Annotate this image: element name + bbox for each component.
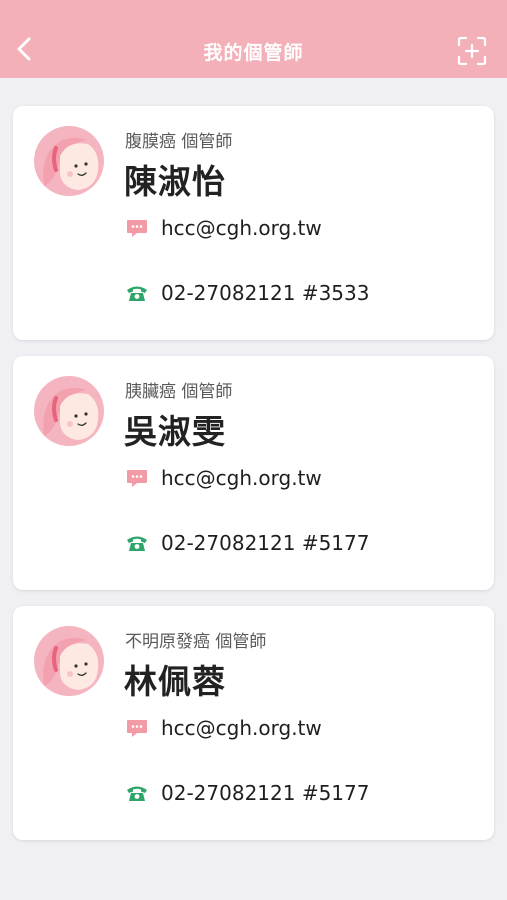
case-manager-card[interactable]: 不明原發癌 個管師 林佩蓉 hcc@cgh.org.tw 02-27082121…: [13, 606, 494, 840]
department-label: 胰臟癌 個管師: [125, 382, 233, 402]
phone-text: 02-27082121 #5177: [161, 781, 370, 805]
page-title: 我的個管師: [203, 42, 304, 64]
phone-row[interactable]: 02-27082121 #3533: [125, 279, 369, 307]
chat-bubble-icon: [127, 470, 147, 487]
case-manager-card[interactable]: 腹膜癌 個管師 陳淑怡 hcc@cgh.org.tw 02-27082121 #…: [13, 106, 494, 340]
chat-bubble-icon: [127, 220, 147, 237]
phone-row[interactable]: 02-27082121 #5177: [125, 529, 369, 557]
telephone-icon: [127, 286, 147, 301]
chat-bubble-icon: [127, 720, 147, 737]
department-label: 腹膜癌 個管師: [125, 132, 233, 152]
phone-text: 02-27082121 #3533: [161, 281, 370, 305]
telephone-icon: [127, 786, 147, 801]
phone-row[interactable]: 02-27082121 #5177: [125, 779, 369, 807]
manager-name: 吳淑雯: [124, 412, 226, 451]
email-row[interactable]: hcc@cgh.org.tw: [125, 214, 322, 242]
manager-name: 林佩蓉: [124, 662, 226, 701]
email-row[interactable]: hcc@cgh.org.tw: [125, 464, 322, 492]
email-text: hcc@cgh.org.tw: [161, 716, 322, 740]
phone-text: 02-27082121 #5177: [161, 531, 370, 555]
department-label: 不明原發癌 個管師: [125, 632, 267, 652]
avatar-icon: [34, 626, 104, 696]
email-row[interactable]: hcc@cgh.org.tw: [125, 714, 322, 742]
header-bar: 我的個管師: [0, 0, 507, 78]
scan-add-icon: [457, 36, 487, 66]
avatar-icon: [34, 126, 104, 196]
email-text: hcc@cgh.org.tw: [161, 216, 322, 240]
manager-name: 陳淑怡: [124, 162, 226, 201]
avatar-icon: [34, 376, 104, 446]
case-manager-card[interactable]: 胰臟癌 個管師 吳淑雯 hcc@cgh.org.tw 02-27082121 #…: [13, 356, 494, 590]
telephone-icon: [127, 536, 147, 551]
scan-add-button[interactable]: [457, 36, 487, 66]
email-text: hcc@cgh.org.tw: [161, 466, 322, 490]
